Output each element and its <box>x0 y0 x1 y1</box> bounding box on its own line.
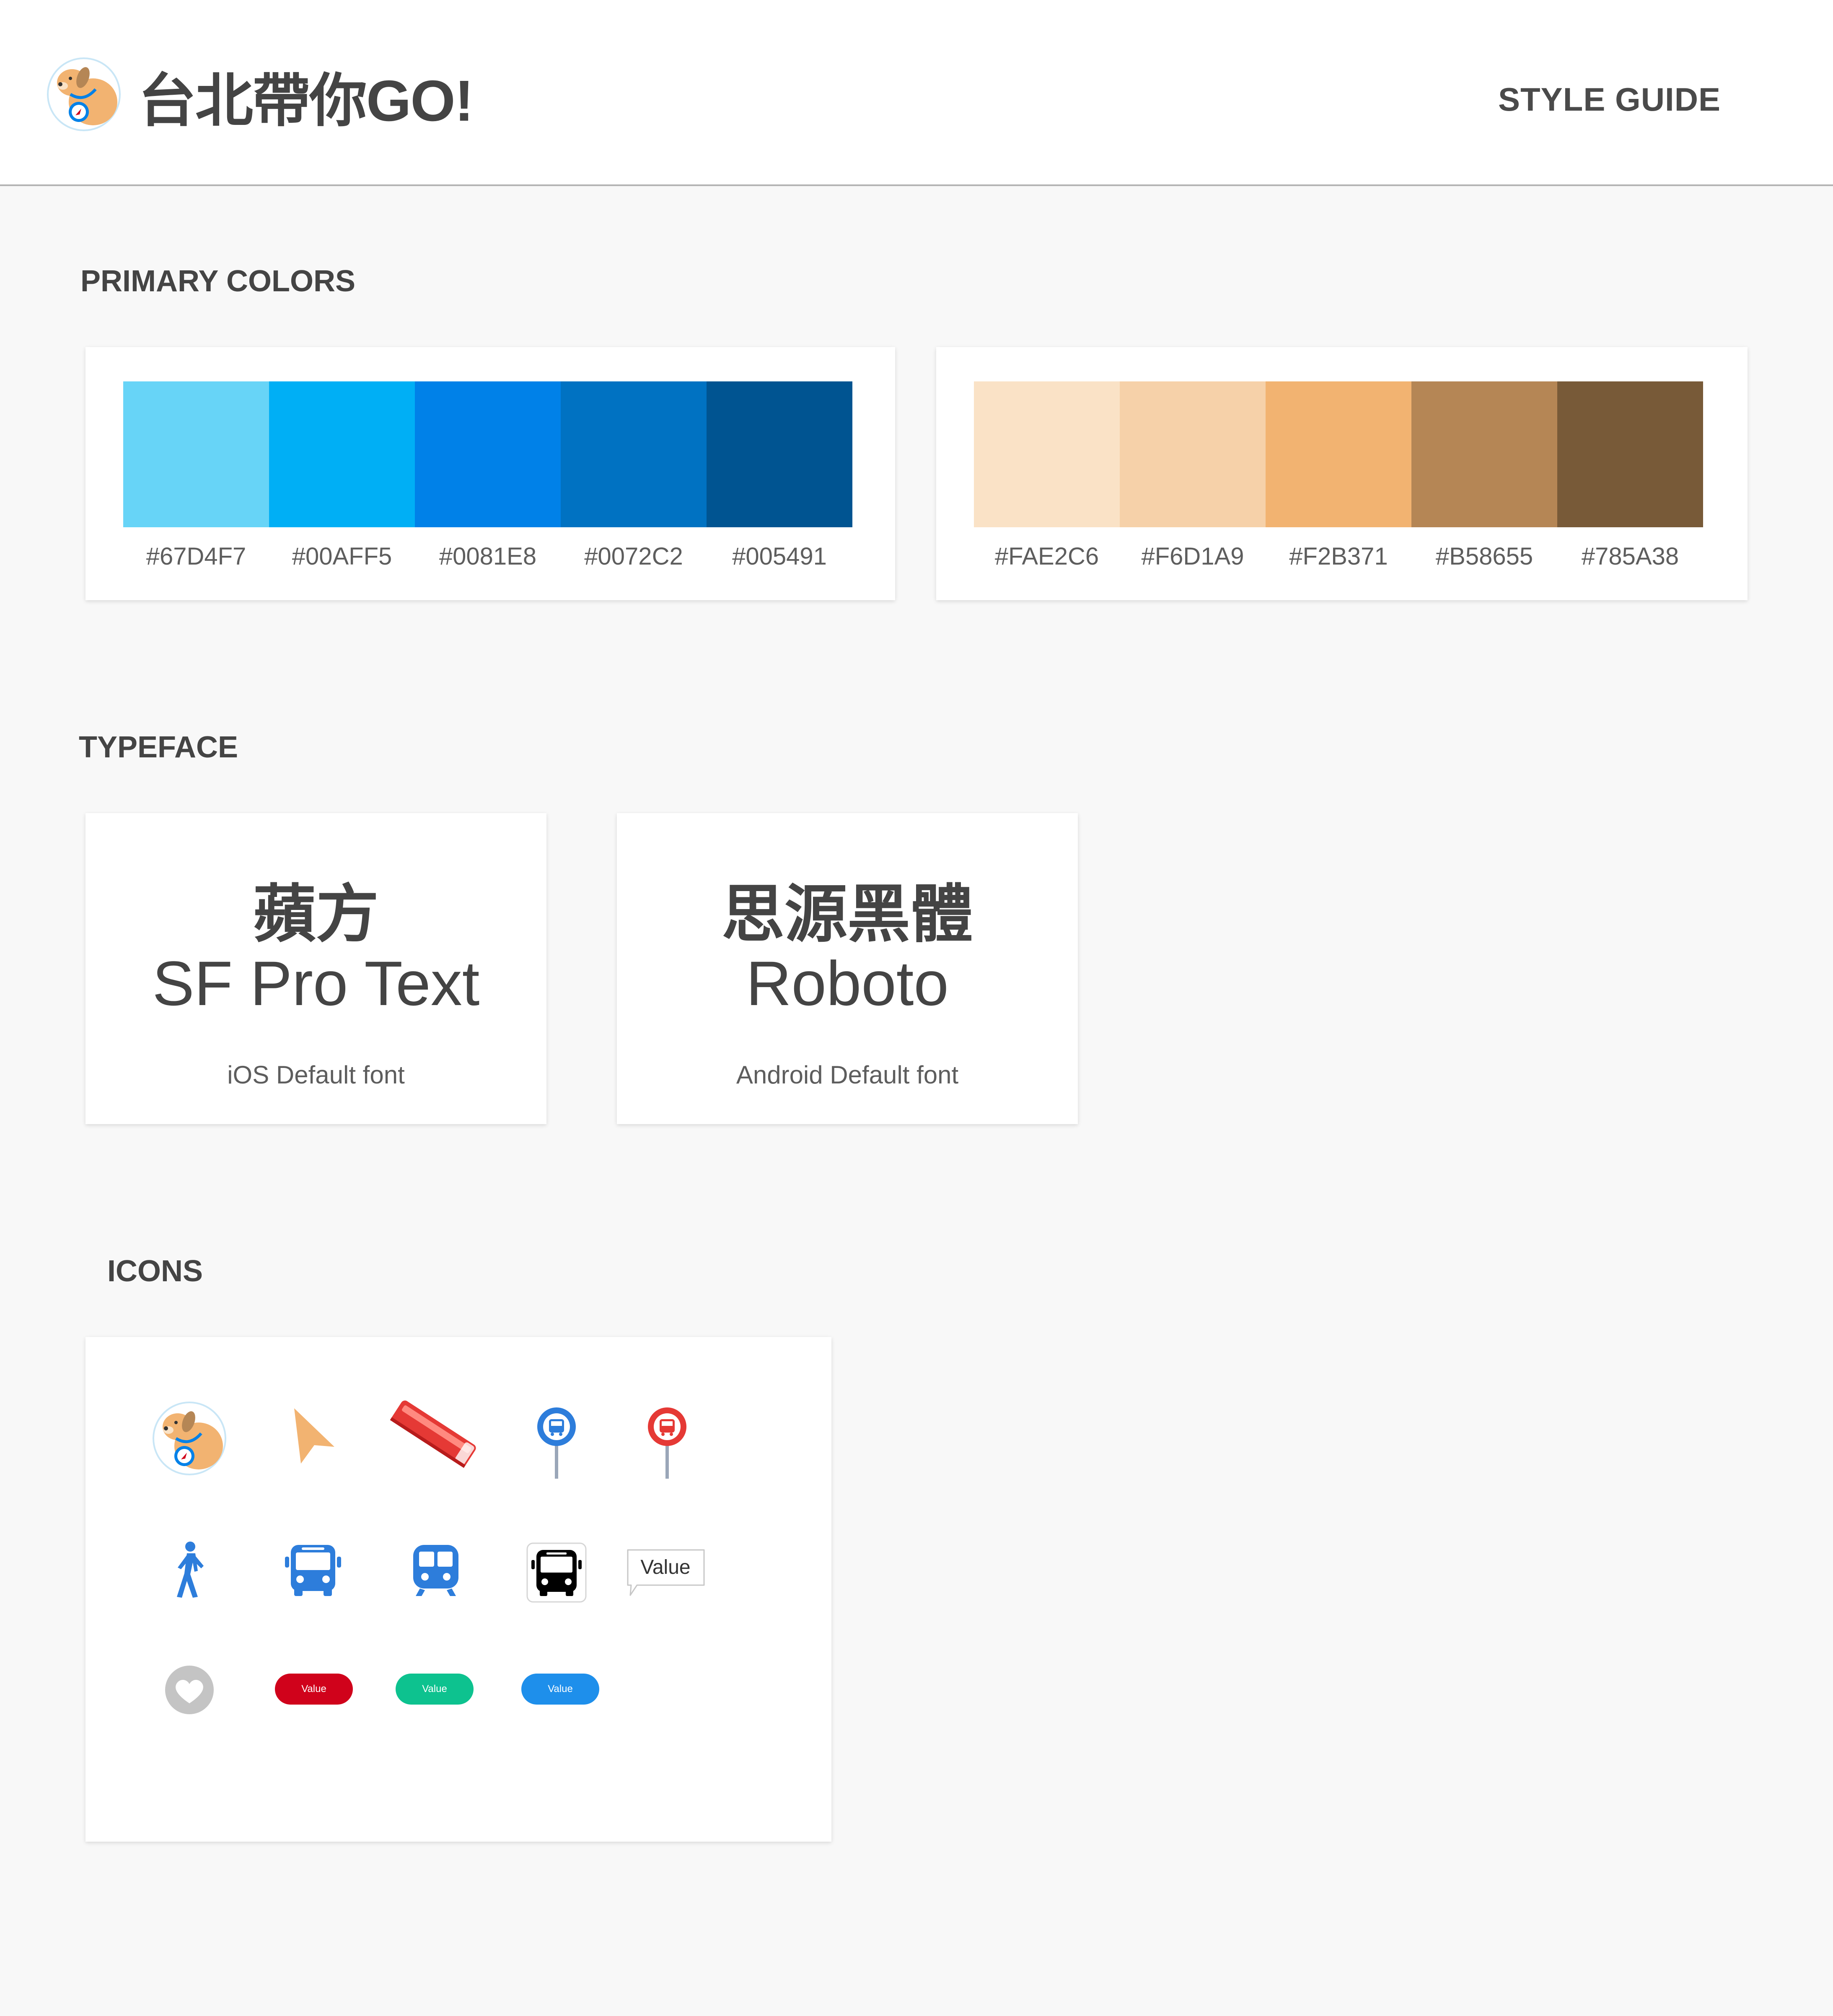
red-bus-icon[interactable] <box>386 1396 482 1471</box>
icons-title: ICONS <box>107 1254 203 1288</box>
typeface-title: TYPEFACE <box>79 731 238 764</box>
hex-label: #005491 <box>732 543 827 570</box>
hex-label: #67D4F7 <box>146 543 246 570</box>
color-swatch <box>269 381 415 527</box>
font-note: iOS Default font <box>227 1061 405 1089</box>
pedestrian-icon[interactable] <box>172 1541 210 1599</box>
color-swatch <box>1411 381 1557 527</box>
ios-font-card: 蘋方 SF Pro Text iOS Default font <box>85 813 546 1124</box>
green-value-pill[interactable]: Value <box>396 1674 474 1705</box>
train-icon[interactable] <box>411 1543 461 1598</box>
android-font-card: 思源黑體 Roboto Android Default font <box>617 813 1078 1124</box>
blue-value-pill[interactable]: Value <box>521 1674 599 1705</box>
hex-label: #F2B371 <box>1289 543 1388 570</box>
blue-palette-swatches <box>123 381 852 527</box>
header-bar: 台北帶你GO! STYLE GUIDE <box>0 0 1833 186</box>
callout-label: Value <box>640 1556 691 1578</box>
color-swatch <box>415 381 561 527</box>
font-en-name: Roboto <box>746 948 949 1018</box>
tan-palette-swatches <box>974 381 1703 527</box>
font-cn-name: 蘋方 <box>253 879 379 949</box>
app-title: 台北帶你GO! <box>138 69 474 133</box>
hex-label: #FAE2C6 <box>994 543 1099 570</box>
color-swatch <box>1266 381 1411 527</box>
font-en-name: SF Pro Text <box>152 948 480 1018</box>
heart-icon[interactable] <box>164 1665 215 1715</box>
hex-label: #785A38 <box>1581 543 1679 570</box>
hex-label: #B58655 <box>1435 543 1533 570</box>
hex-label: #00AFF5 <box>292 543 392 570</box>
hex-label: #0072C2 <box>584 543 683 570</box>
red-value-pill[interactable]: Value <box>275 1674 353 1705</box>
font-cn-name: 思源黑體 <box>721 879 973 949</box>
hex-label: #0081E8 <box>439 543 537 570</box>
color-swatch <box>1557 381 1703 527</box>
dog-mascot-icon[interactable] <box>46 57 122 132</box>
red-bus-stop-pin-icon[interactable] <box>645 1405 689 1480</box>
blue-hex-labels: #67D4F7 #00AFF5 #0081E8 #0072C2 #005491 <box>123 542 852 570</box>
value-callout[interactable]: Value <box>626 1548 707 1598</box>
blue-palette-card: #67D4F7 #00AFF5 #0081E8 #0072C2 #005491 <box>85 347 895 600</box>
blue-bus-stop-pin-icon[interactable] <box>535 1405 578 1480</box>
color-swatch <box>1120 381 1266 527</box>
hex-label: #F6D1A9 <box>1141 543 1244 570</box>
tan-palette-card: #FAE2C6 #F6D1A9 #F2B371 #B58655 #785A38 <box>936 347 1748 600</box>
color-swatch <box>561 381 707 527</box>
color-swatch <box>974 381 1120 527</box>
font-note: Android Default font <box>736 1061 959 1089</box>
tan-hex-labels: #FAE2C6 #F6D1A9 #F2B371 #B58655 #785A38 <box>974 542 1703 570</box>
dog-mascot-icon[interactable] <box>152 1401 227 1476</box>
color-swatch <box>707 381 852 527</box>
bus-icon[interactable] <box>283 1543 343 1598</box>
black-bus-icon[interactable] <box>526 1542 587 1603</box>
navigation-arrow-icon[interactable] <box>289 1405 339 1468</box>
color-swatch <box>123 381 269 527</box>
primary-colors-title: PRIMARY COLORS <box>80 264 356 298</box>
style-guide-link[interactable]: STYLE GUIDE <box>1498 80 1721 119</box>
